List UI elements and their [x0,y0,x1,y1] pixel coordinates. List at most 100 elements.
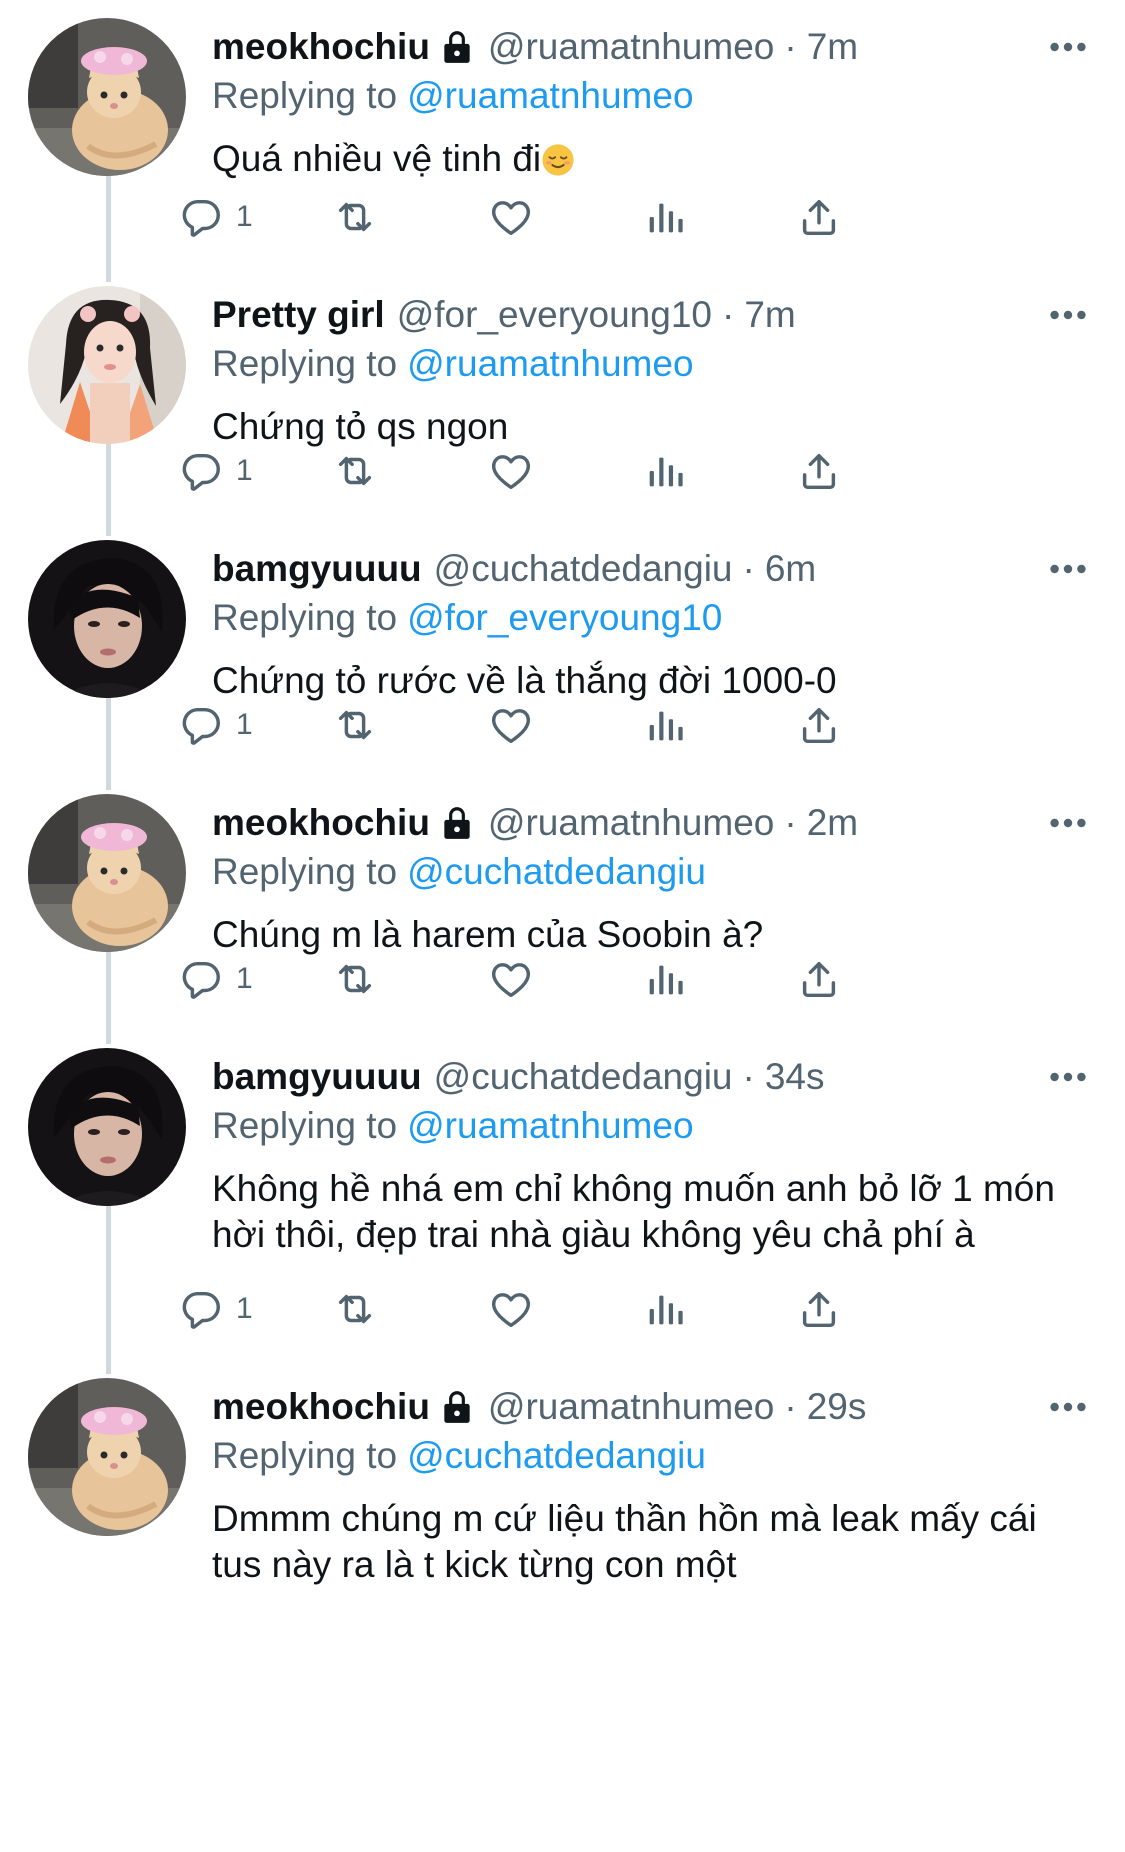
timestamp[interactable]: 34s [765,1054,825,1100]
tweet[interactable]: meokhochiu @ruamatnhumeo · 7m Replying to @ru… [0,0,1125,268]
separator-dot: · [721,294,735,335]
replying-to-mention[interactable]: @ruamatnhumeo [407,75,693,116]
tweet-actions: 1 [178,187,978,247]
like-icon [488,956,534,1002]
like-icon [488,194,534,240]
like-button[interactable] [488,187,534,247]
tweet-header: meokhochiu @ruamatnhumeo · 7m [212,24,858,70]
share-button[interactable] [796,187,842,247]
boy-avatar[interactable] [28,1048,186,1206]
replying-to-mention[interactable]: @cuchatdedangiu [407,1435,706,1476]
cat-avatar[interactable] [28,1378,186,1536]
tweet-header: bamgyuuuu @cuchatdedangiu · 34s [212,1054,825,1100]
tweet[interactable]: meokhochiu @ruamatnhumeo · 29s Replying to @c… [0,1360,1125,1852]
lock-icon [438,28,476,66]
reply-icon [178,956,224,1002]
views-button[interactable] [642,1279,688,1339]
share-button[interactable] [796,949,842,1009]
separator-dot: · [742,1056,755,1097]
more-icon[interactable] [1045,24,1091,70]
reply-count: 1 [236,454,253,487]
reply-icon [178,702,224,748]
views-icon [642,194,688,240]
timestamp[interactable]: 29s [807,1384,867,1430]
cat-avatar[interactable] [28,18,186,176]
tweet[interactable]: Pretty girl @for_everyoung10 · 7m Replying t… [0,268,1125,522]
replying-to-label: Replying to [212,75,398,116]
views-button[interactable] [642,187,688,247]
reply-button[interactable]: 1 [178,1279,253,1339]
display-name[interactable]: meokhochiu [212,800,430,846]
reply-icon [178,1286,224,1332]
retweet-button[interactable] [332,1279,378,1339]
share-icon [796,1286,842,1332]
boy-avatar[interactable] [28,540,186,698]
tweet[interactable]: bamgyuuuu @cuchatdedangiu · 6m Replying to @f… [0,522,1125,776]
user-handle[interactable]: @ruamatnhumeo [488,800,774,846]
replying-to-mention[interactable]: @ruamatnhumeo [407,1105,693,1146]
retweet-button[interactable] [332,695,378,755]
replying-to: Replying to @cuchatdedangiu [212,849,706,895]
replying-to-label: Replying to [212,1105,398,1146]
retweet-button[interactable] [332,441,378,501]
timestamp[interactable]: 7m [744,292,795,338]
views-icon [642,956,688,1002]
tweet[interactable]: meokhochiu @ruamatnhumeo · 2m Replying to @cu… [0,776,1125,1030]
display-name[interactable]: meokhochiu [212,24,430,70]
user-handle[interactable]: @ruamatnhumeo [488,24,774,70]
share-icon [796,702,842,748]
retweet-icon [332,956,378,1002]
timestamp[interactable]: 6m [765,546,816,592]
user-handle[interactable]: @cuchatdedangiu [434,546,733,592]
display-name[interactable]: Pretty girl [212,292,385,338]
reply-button[interactable]: 1 [178,695,253,755]
display-name[interactable]: bamgyuuuu [212,546,422,592]
tweet-text-body: Dmmm chúng m cứ liệu thần hồn mà leak mấ… [212,1498,1037,1585]
more-icon[interactable] [1045,292,1091,338]
replying-to: Replying to @ruamatnhumeo [212,1103,694,1149]
tweet[interactable]: bamgyuuuu @cuchatdedangiu · 34s Replying to @… [0,1030,1125,1360]
separator-dot: · [784,802,797,843]
like-button[interactable] [488,695,534,755]
replying-to-mention[interactable]: @cuchatdedangiu [407,851,706,892]
like-button[interactable] [488,441,534,501]
reply-button[interactable]: 1 [178,441,253,501]
views-button[interactable] [642,949,688,1009]
cat-avatar[interactable] [28,794,186,952]
replying-to-mention[interactable]: @for_everyoung10 [407,597,722,638]
more-icon[interactable] [1045,1054,1091,1100]
like-button[interactable] [488,949,534,1009]
display-name[interactable]: bamgyuuuu [212,1054,422,1100]
reply-button[interactable]: 1 [178,949,253,1009]
more-icon[interactable] [1045,1384,1091,1430]
tweet-actions: 1 [178,949,978,1009]
user-handle[interactable]: @cuchatdedangiu [434,1054,733,1100]
share-icon [796,448,842,494]
retweet-button[interactable] [332,187,378,247]
display-name[interactable]: meokhochiu [212,1384,430,1430]
share-button[interactable] [796,441,842,501]
views-button[interactable] [642,695,688,755]
replying-to: Replying to @for_everyoung10 [212,595,722,641]
timestamp[interactable]: 7m [807,24,858,70]
tweet-text: Dmmm chúng m cứ liệu thần hồn mà leak mấ… [212,1496,1091,1588]
like-icon [488,1286,534,1332]
like-button[interactable] [488,1279,534,1339]
timestamp[interactable]: 2m [807,800,858,846]
more-icon[interactable] [1045,800,1091,846]
tweet-text: Quá nhiều vệ tinh đi [212,136,1091,182]
retweet-icon [332,194,378,240]
user-handle[interactable]: @for_everyoung10 [397,292,712,338]
retweet-button[interactable] [332,949,378,1009]
replying-to-mention[interactable]: @ruamatnhumeo [407,343,693,384]
girl-avatar[interactable] [28,286,186,444]
reply-button[interactable]: 1 [178,187,253,247]
share-button[interactable] [796,695,842,755]
replying-to-label: Replying to [212,597,398,638]
share-button[interactable] [796,1279,842,1339]
more-icon[interactable] [1045,546,1091,592]
views-button[interactable] [642,441,688,501]
separator-dot: · [742,548,755,589]
user-handle[interactable]: @ruamatnhumeo [488,1384,774,1430]
reply-icon [178,448,224,494]
